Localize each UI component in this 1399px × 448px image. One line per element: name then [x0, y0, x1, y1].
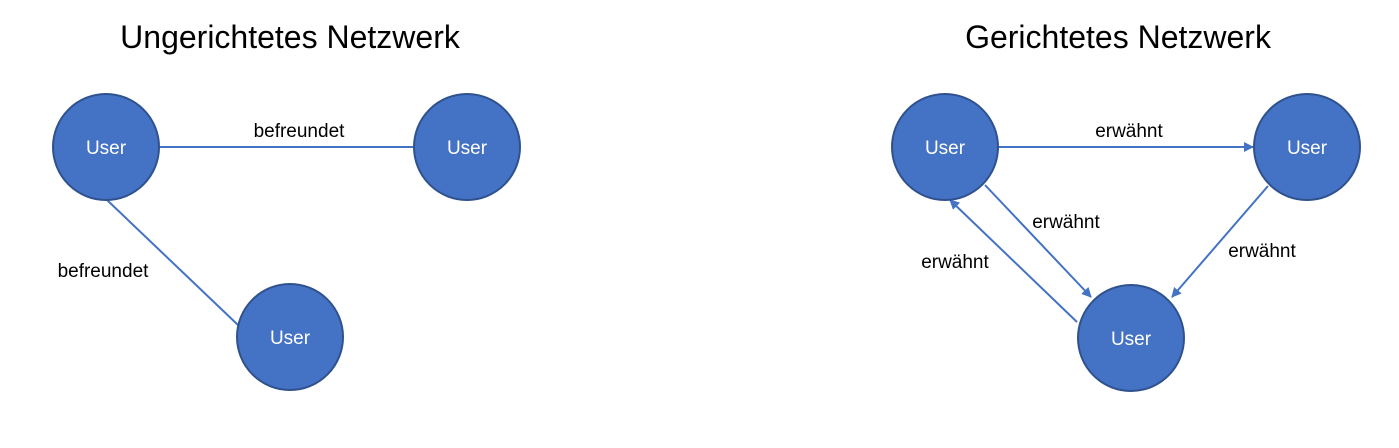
- undirected-node-label-3: User: [270, 328, 311, 349]
- undirected-node-label-1: User: [86, 138, 127, 159]
- directed-node-label-1: User: [925, 138, 966, 159]
- undirected-node-user-1: User: [52, 93, 160, 201]
- directed-network: Gerichtetes Netzwerk erwähnt erwähnt erw…: [891, 19, 1361, 392]
- network-diagrams: Ungerichtetes Netzwerk befreundet befreu…: [52, 19, 1361, 392]
- undirected-node-user-2: User: [413, 93, 521, 201]
- undirected-network: Ungerichtetes Netzwerk befreundet befreu…: [52, 19, 521, 391]
- directed-edge-label-2: erwähnt: [1032, 212, 1100, 233]
- undirected-node-label-2: User: [447, 138, 488, 159]
- directed-edge-label-4: erwähnt: [1228, 241, 1296, 262]
- directed-node-label-3: User: [1111, 329, 1152, 350]
- undirected-edge-label-2: befreundet: [58, 261, 150, 282]
- directed-network-title: Gerichtetes Netzwerk: [965, 19, 1272, 55]
- directed-edge-label-1: erwähnt: [1095, 121, 1163, 142]
- undirected-node-user-3: User: [236, 283, 344, 391]
- directed-node-user-2: User: [1253, 93, 1361, 201]
- directed-edge-mention-2: [984, 184, 1092, 298]
- directed-node-user-1: User: [891, 93, 999, 201]
- directed-node-label-2: User: [1287, 138, 1328, 159]
- directed-node-user-3: User: [1077, 284, 1185, 392]
- undirected-network-title: Ungerichtetes Netzwerk: [120, 19, 461, 55]
- undirected-edge-label-1: befreundet: [254, 121, 346, 142]
- directed-edge-label-3: erwähnt: [921, 252, 989, 273]
